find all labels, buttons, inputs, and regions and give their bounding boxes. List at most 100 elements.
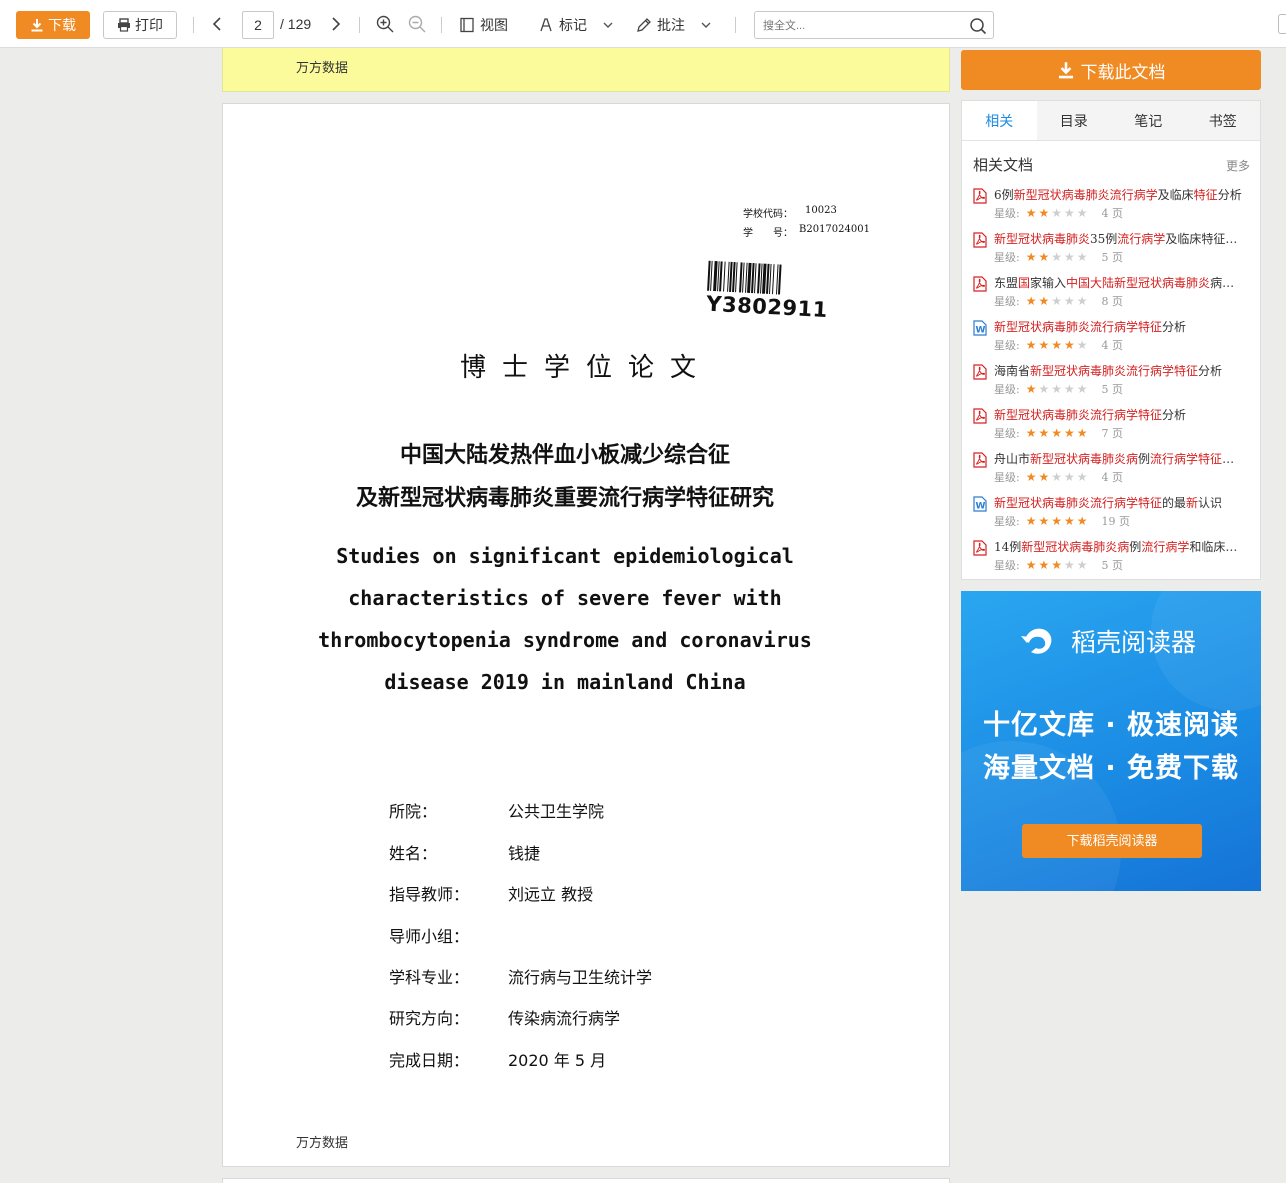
tab-notes[interactable]: 笔记 <box>1111 101 1186 140</box>
title-text: 35例 <box>1090 232 1118 246</box>
star-empty-icon: ★ <box>1051 250 1063 264</box>
download-icon <box>31 19 43 32</box>
title-text: 例 <box>1138 452 1151 466</box>
page-count: 4 页 <box>1101 207 1124 220</box>
zoom-out-button[interactable] <box>406 13 428 35</box>
star-rating: ★ ★ ★ ★ ★ <box>1026 207 1088 219</box>
star-empty-icon: ★ <box>1076 206 1088 220</box>
related-doc-item[interactable]: W 新型冠状病毒肺炎流行病学特征分析 星级: ★ ★ ★ ★ ★ 4 页 <box>972 318 1252 362</box>
related-doc-item[interactable]: 舟山市新型冠状病毒肺炎病例流行病学特征分析 星级: ★ ★ ★ ★ ★ 4 页 <box>972 450 1252 494</box>
info-label-major: 学科专业： <box>389 968 470 987</box>
related-doc-title[interactable]: 新型冠状病毒肺炎流行病学特征的最新认识 <box>994 494 1246 511</box>
tab-related[interactable]: 相关 <box>962 101 1037 140</box>
related-doc-item[interactable]: 新型冠状病毒肺炎35例流行病学及临床特征分析 星级: ★ ★ ★ ★ ★ 5 页 <box>972 230 1252 274</box>
collapse-panel-toggle[interactable] <box>1278 14 1286 34</box>
star-filled-icon: ★ <box>1025 558 1037 572</box>
star-empty-icon: ★ <box>1064 382 1075 396</box>
related-doc-title[interactable]: 新型冠状病毒肺炎35例流行病学及临床特征分析 <box>994 230 1246 247</box>
star-empty-icon: ★ <box>1076 470 1088 484</box>
star-filled-icon: ★ <box>1025 382 1037 396</box>
info-value-date: 2020 年 5 月 <box>508 1051 607 1070</box>
ad-brand: 稻壳阅读器 <box>1019 623 1196 659</box>
related-doc-item[interactable]: 东盟国家输入中国大陆新型冠状病毒肺炎病例特征星级:★★★★★8 页 <box>972 274 1252 318</box>
related-doc-item[interactable]: 新型冠状病毒肺炎流行病学特征分析 星级: ★ ★ ★ ★ ★ 7 页 <box>972 406 1252 450</box>
related-heading: 相关文档 <box>973 157 1034 174</box>
star-filled-icon: ★ <box>1064 426 1075 440</box>
star-filled-icon: ★ <box>1025 250 1037 264</box>
related-doc-title[interactable]: 新型冠状病毒肺炎流行病学特征分析 <box>994 318 1246 335</box>
highlighter-icon <box>540 18 552 32</box>
tab-bookmarks[interactable]: 书签 <box>1186 101 1261 140</box>
related-doc-item[interactable]: 6例新型冠状病毒肺炎流行病学及临床特征分析 星级: ★ ★ ★ ★ ★ 4 页 <box>972 186 1252 230</box>
related-doc-item[interactable]: 14例新型冠状病毒肺炎病例流行病学和临床特征 星级: ★ ★ ★ ★ ★ 5 页 <box>972 538 1252 582</box>
related-doc-title[interactable]: 14例新型冠状病毒肺炎病例流行病学和临床特征 <box>994 538 1246 555</box>
page-count: 5 页 <box>1101 383 1124 396</box>
svg-text:W: W <box>976 326 986 336</box>
star-filled-icon: ★ <box>1051 338 1063 352</box>
page-number-input[interactable] <box>242 11 274 39</box>
reader-ad-banner[interactable]: 稻壳阅读器 十亿文库 · 极速阅读 海量文档 · 免费下载 下载稻壳阅读器 <box>961 591 1261 891</box>
word-icon: W <box>972 320 988 336</box>
related-doc-title[interactable]: 新型冠状病毒肺炎流行病学特征分析 <box>994 406 1246 423</box>
chevron-down-icon <box>603 22 613 28</box>
pdf-icon <box>972 188 988 204</box>
download-document-button[interactable]: 下载此文档 <box>961 50 1261 90</box>
annotate-button[interactable]: 批注 <box>636 14 712 36</box>
more-link[interactable]: 更多 <box>1226 157 1250 174</box>
view-label: 视图 <box>480 17 508 33</box>
info-label-institute: 所院： <box>389 802 438 821</box>
page-count: 7 页 <box>1101 427 1124 440</box>
svg-text:W: W <box>976 502 986 512</box>
print-button[interactable]: 打印 <box>103 11 177 39</box>
info-value-research: 传染病流行病学 <box>508 1009 621 1028</box>
star-filled-icon: ★ <box>1025 294 1037 308</box>
toolbar-divider <box>441 17 442 33</box>
info-value-name: 钱捷 <box>508 844 541 863</box>
pdf-icon <box>972 452 988 468</box>
star-filled-icon: ★ <box>1025 514 1037 528</box>
related-doc-title[interactable]: 6例新型冠状病毒肺炎流行病学及临床特征分析 <box>994 186 1246 203</box>
prev-page-button[interactable] <box>206 13 228 35</box>
related-doc-meta: 星级: ★ ★ ★ ★ ★ 4 页 <box>994 337 1123 353</box>
download-button[interactable]: 下载 <box>16 11 90 39</box>
download-reader-button[interactable]: 下载稻壳阅读器 <box>1022 824 1202 858</box>
related-doc-title[interactable]: 东盟国家输入中国大陆新型冠状病毒肺炎病例特征 <box>994 274 1246 291</box>
star-rating: ★ ★ ★ ★ ★ <box>1026 383 1088 395</box>
tab-contents[interactable]: 目录 <box>1037 101 1112 140</box>
rating-label: 星级: <box>994 207 1020 220</box>
search-icon[interactable] <box>969 17 987 35</box>
rating-label: 星级: <box>994 251 1020 264</box>
info-label-name: 姓名： <box>389 844 438 863</box>
star-filled-icon: ★ <box>1076 426 1088 440</box>
info-value-institute: 公共卫生学院 <box>508 802 605 821</box>
star-filled-icon: ★ <box>1038 206 1050 220</box>
title-text: 海南省 <box>994 364 1031 378</box>
download-document-label: 下载此文档 <box>1080 62 1166 82</box>
chevron-right-icon <box>332 17 341 31</box>
info-value-supervisor: 刘远立 教授 <box>508 885 594 904</box>
related-doc-meta: 星级: ★ ★ ★ ★ ★ 4 页 <box>994 469 1123 485</box>
related-doc-item[interactable]: 海南省新型冠状病毒肺炎流行病学特征分析 星级: ★ ★ ★ ★ ★ 5 页 <box>972 362 1252 406</box>
title-text: 分析 <box>1198 364 1223 378</box>
chevron-down-icon <box>701 22 711 28</box>
view-button[interactable]: 视图 <box>459 14 508 36</box>
toolbar-divider <box>735 17 736 33</box>
rating-label: 星级: <box>994 295 1020 308</box>
search-input[interactable] <box>763 17 963 35</box>
title-highlight: 新型冠状病毒肺炎流行病学特征 <box>994 408 1163 422</box>
related-doc-meta: 星级: ★ ★ ★ ★ ★ 8 页 <box>994 293 1123 309</box>
zh-title-line-2: 及新型冠状病毒肺炎重要流行病学特征研究 <box>355 486 774 511</box>
rating-label: 星级: <box>994 471 1020 484</box>
related-doc-title[interactable]: 舟山市新型冠状病毒肺炎病例流行病学特征分析 <box>994 450 1246 467</box>
zoom-in-button[interactable] <box>374 13 396 35</box>
star-filled-icon: ★ <box>1076 514 1088 528</box>
title-text: 家输入 <box>1030 276 1067 290</box>
title-text: 14例 <box>994 540 1022 554</box>
mark-button[interactable]: 标记 <box>538 14 614 36</box>
related-doc-item[interactable]: W 新型冠状病毒肺炎流行病学特征的最新认识 星级: ★ ★ ★ ★ ★ 19 页 <box>972 494 1252 538</box>
related-doc-meta: 星级: ★ ★ ★ ★ ★ 5 页 <box>994 381 1123 397</box>
next-page-button[interactable] <box>325 13 347 35</box>
print-label: 打印 <box>135 17 163 33</box>
star-filled-icon: ★ <box>1025 338 1037 352</box>
related-doc-title[interactable]: 海南省新型冠状病毒肺炎流行病学特征分析 <box>994 362 1246 379</box>
